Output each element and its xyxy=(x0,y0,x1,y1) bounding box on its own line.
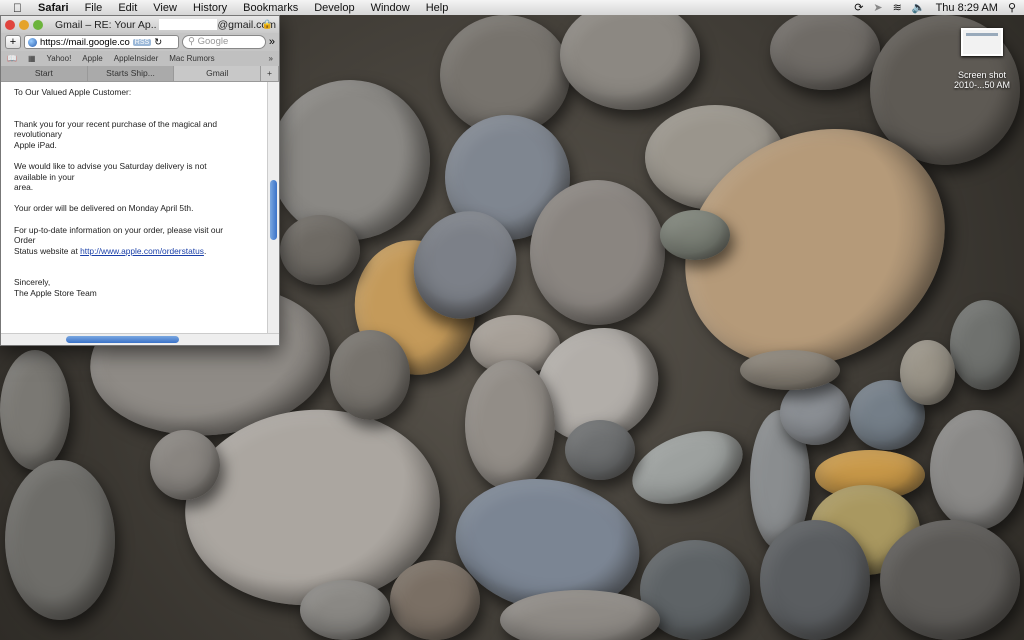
menu-bookmarks[interactable]: Bookmarks xyxy=(235,2,306,14)
bookmarks-book-icon[interactable]: 📖 xyxy=(7,54,17,63)
pebble xyxy=(465,360,555,490)
volume-icon[interactable]: 🔈 xyxy=(912,1,926,14)
pebble xyxy=(390,560,480,640)
pebble xyxy=(760,520,870,640)
toolbar-overflow-icon[interactable]: » xyxy=(269,36,275,48)
apple-menu-icon[interactable]:  xyxy=(0,1,30,15)
rss-button[interactable]: RSS xyxy=(132,38,152,46)
email-paragraph: We would like to advise you Saturday del… xyxy=(14,160,207,193)
horizontal-scroll-thumb[interactable] xyxy=(66,336,179,343)
url-text: https://mail.google.co xyxy=(40,36,130,48)
bookmarks-bar: 📖 ▦ Yahoo! Apple AppleInsider Mac Rumors… xyxy=(1,51,279,66)
safari-window: Gmail – RE: Your Ap.. @gmail.com 🔒 + htt… xyxy=(0,15,280,346)
menu-file[interactable]: File xyxy=(77,2,111,14)
email-closing: Sincerely, xyxy=(14,277,51,288)
address-bar[interactable]: https://mail.google.co RSS ↻ xyxy=(24,35,179,49)
search-placeholder: Google xyxy=(197,36,229,47)
pebble xyxy=(770,10,880,90)
menu-help[interactable]: Help xyxy=(418,2,457,14)
tab-gmail[interactable]: Gmail xyxy=(174,66,262,81)
pebble xyxy=(660,210,730,260)
pebble xyxy=(300,580,390,640)
pebble xyxy=(530,180,665,325)
lock-icon: 🔒 xyxy=(261,19,273,29)
period: . xyxy=(203,245,207,256)
top-sites-grid-icon[interactable]: ▦ xyxy=(28,54,36,63)
bluetooth-icon[interactable]: ➤ xyxy=(873,1,882,14)
menu-view[interactable]: View xyxy=(145,2,185,14)
window-title: Gmail – RE: Your Ap.. @gmail.com xyxy=(55,19,276,31)
tab-start[interactable]: Start xyxy=(1,66,88,81)
pebble xyxy=(740,350,840,390)
menu-app-safari[interactable]: Safari xyxy=(30,2,77,14)
pebble xyxy=(5,460,115,620)
redacted-area xyxy=(159,19,218,31)
search-icon: ⚲ xyxy=(188,36,195,47)
screenshot-thumbnail-icon xyxy=(961,28,1003,56)
time-machine-sync-icon[interactable]: ⟳ xyxy=(854,1,863,14)
email-paragraph-order-status: For up-to-date information on your order… xyxy=(14,225,257,257)
vertical-scroll-thumb[interactable] xyxy=(270,180,277,240)
desktop-file-label-1: Screen shot xyxy=(957,70,1007,80)
desktop-file-label-2: 2010-...50 AM xyxy=(953,80,1011,90)
tab-starts-ship[interactable]: Starts Ship... xyxy=(87,66,175,81)
bookmark-apple[interactable]: Apple xyxy=(82,54,102,63)
email-paragraph: Your order will be delivered on Monday A… xyxy=(14,203,194,214)
close-button[interactable] xyxy=(5,19,15,30)
title-prefix: Gmail – RE: Your Ap.. xyxy=(55,18,157,31)
email-signature: The Apple Store Team xyxy=(14,287,97,298)
pebble xyxy=(560,0,700,110)
globe-icon xyxy=(28,37,37,47)
tab-bar: Start Starts Ship... Gmail + xyxy=(1,66,280,82)
pebble xyxy=(0,350,70,470)
pebble xyxy=(330,330,410,420)
reload-icon[interactable]: ↻ xyxy=(154,37,162,48)
pebble xyxy=(280,215,360,285)
bookmarks-overflow-icon[interactable]: » xyxy=(269,54,273,63)
menu-edit[interactable]: Edit xyxy=(110,2,145,14)
pebble xyxy=(622,417,753,518)
horizontal-scrollbar[interactable] xyxy=(1,333,279,345)
pebble xyxy=(150,430,220,500)
pebble xyxy=(500,590,660,640)
desktop-file-screenshot[interactable]: Screen shot 2010-...50 AM xyxy=(945,28,1019,90)
pebble xyxy=(880,520,1020,640)
menu-history[interactable]: History xyxy=(185,2,235,14)
pebble xyxy=(565,420,635,480)
menu-bar:  Safari File Edit View History Bookmark… xyxy=(0,0,1024,15)
bookmark-yahoo[interactable]: Yahoo! xyxy=(47,54,72,63)
bookmark-appleinsider[interactable]: AppleInsider xyxy=(114,54,158,63)
menu-develop[interactable]: Develop xyxy=(306,2,362,14)
wifi-icon[interactable]: ≋ xyxy=(893,1,902,14)
email-greeting: To Our Valued Apple Customer: xyxy=(14,87,132,97)
order-status-link[interactable]: http://www.apple.com/orderstatus xyxy=(80,246,204,256)
zoom-button[interactable] xyxy=(33,19,43,30)
clock[interactable]: Thu 8:29 AM xyxy=(936,2,998,14)
bookmark-mac-rumors[interactable]: Mac Rumors xyxy=(169,54,214,63)
search-input[interactable]: ⚲ Google xyxy=(182,35,266,49)
toolbar: + https://mail.google.co RSS ↻ ⚲ Google … xyxy=(1,33,279,51)
email-paragraph: Thank you for your recent purchase of th… xyxy=(14,118,217,150)
pebble xyxy=(900,340,955,405)
add-bookmark-button[interactable]: + xyxy=(5,35,21,49)
vertical-scrollbar[interactable] xyxy=(267,82,279,333)
menu-window[interactable]: Window xyxy=(363,2,418,14)
spotlight-search-icon[interactable]: ⚲ xyxy=(1008,1,1016,14)
window-title-bar[interactable]: Gmail – RE: Your Ap.. @gmail.com 🔒 xyxy=(1,16,279,33)
minimize-button[interactable] xyxy=(19,19,29,30)
email-body: To Our Valued Apple Customer: Thank you … xyxy=(1,82,267,333)
pebble xyxy=(950,300,1020,390)
new-tab-button[interactable]: + xyxy=(261,66,280,81)
pebble xyxy=(930,410,1024,530)
